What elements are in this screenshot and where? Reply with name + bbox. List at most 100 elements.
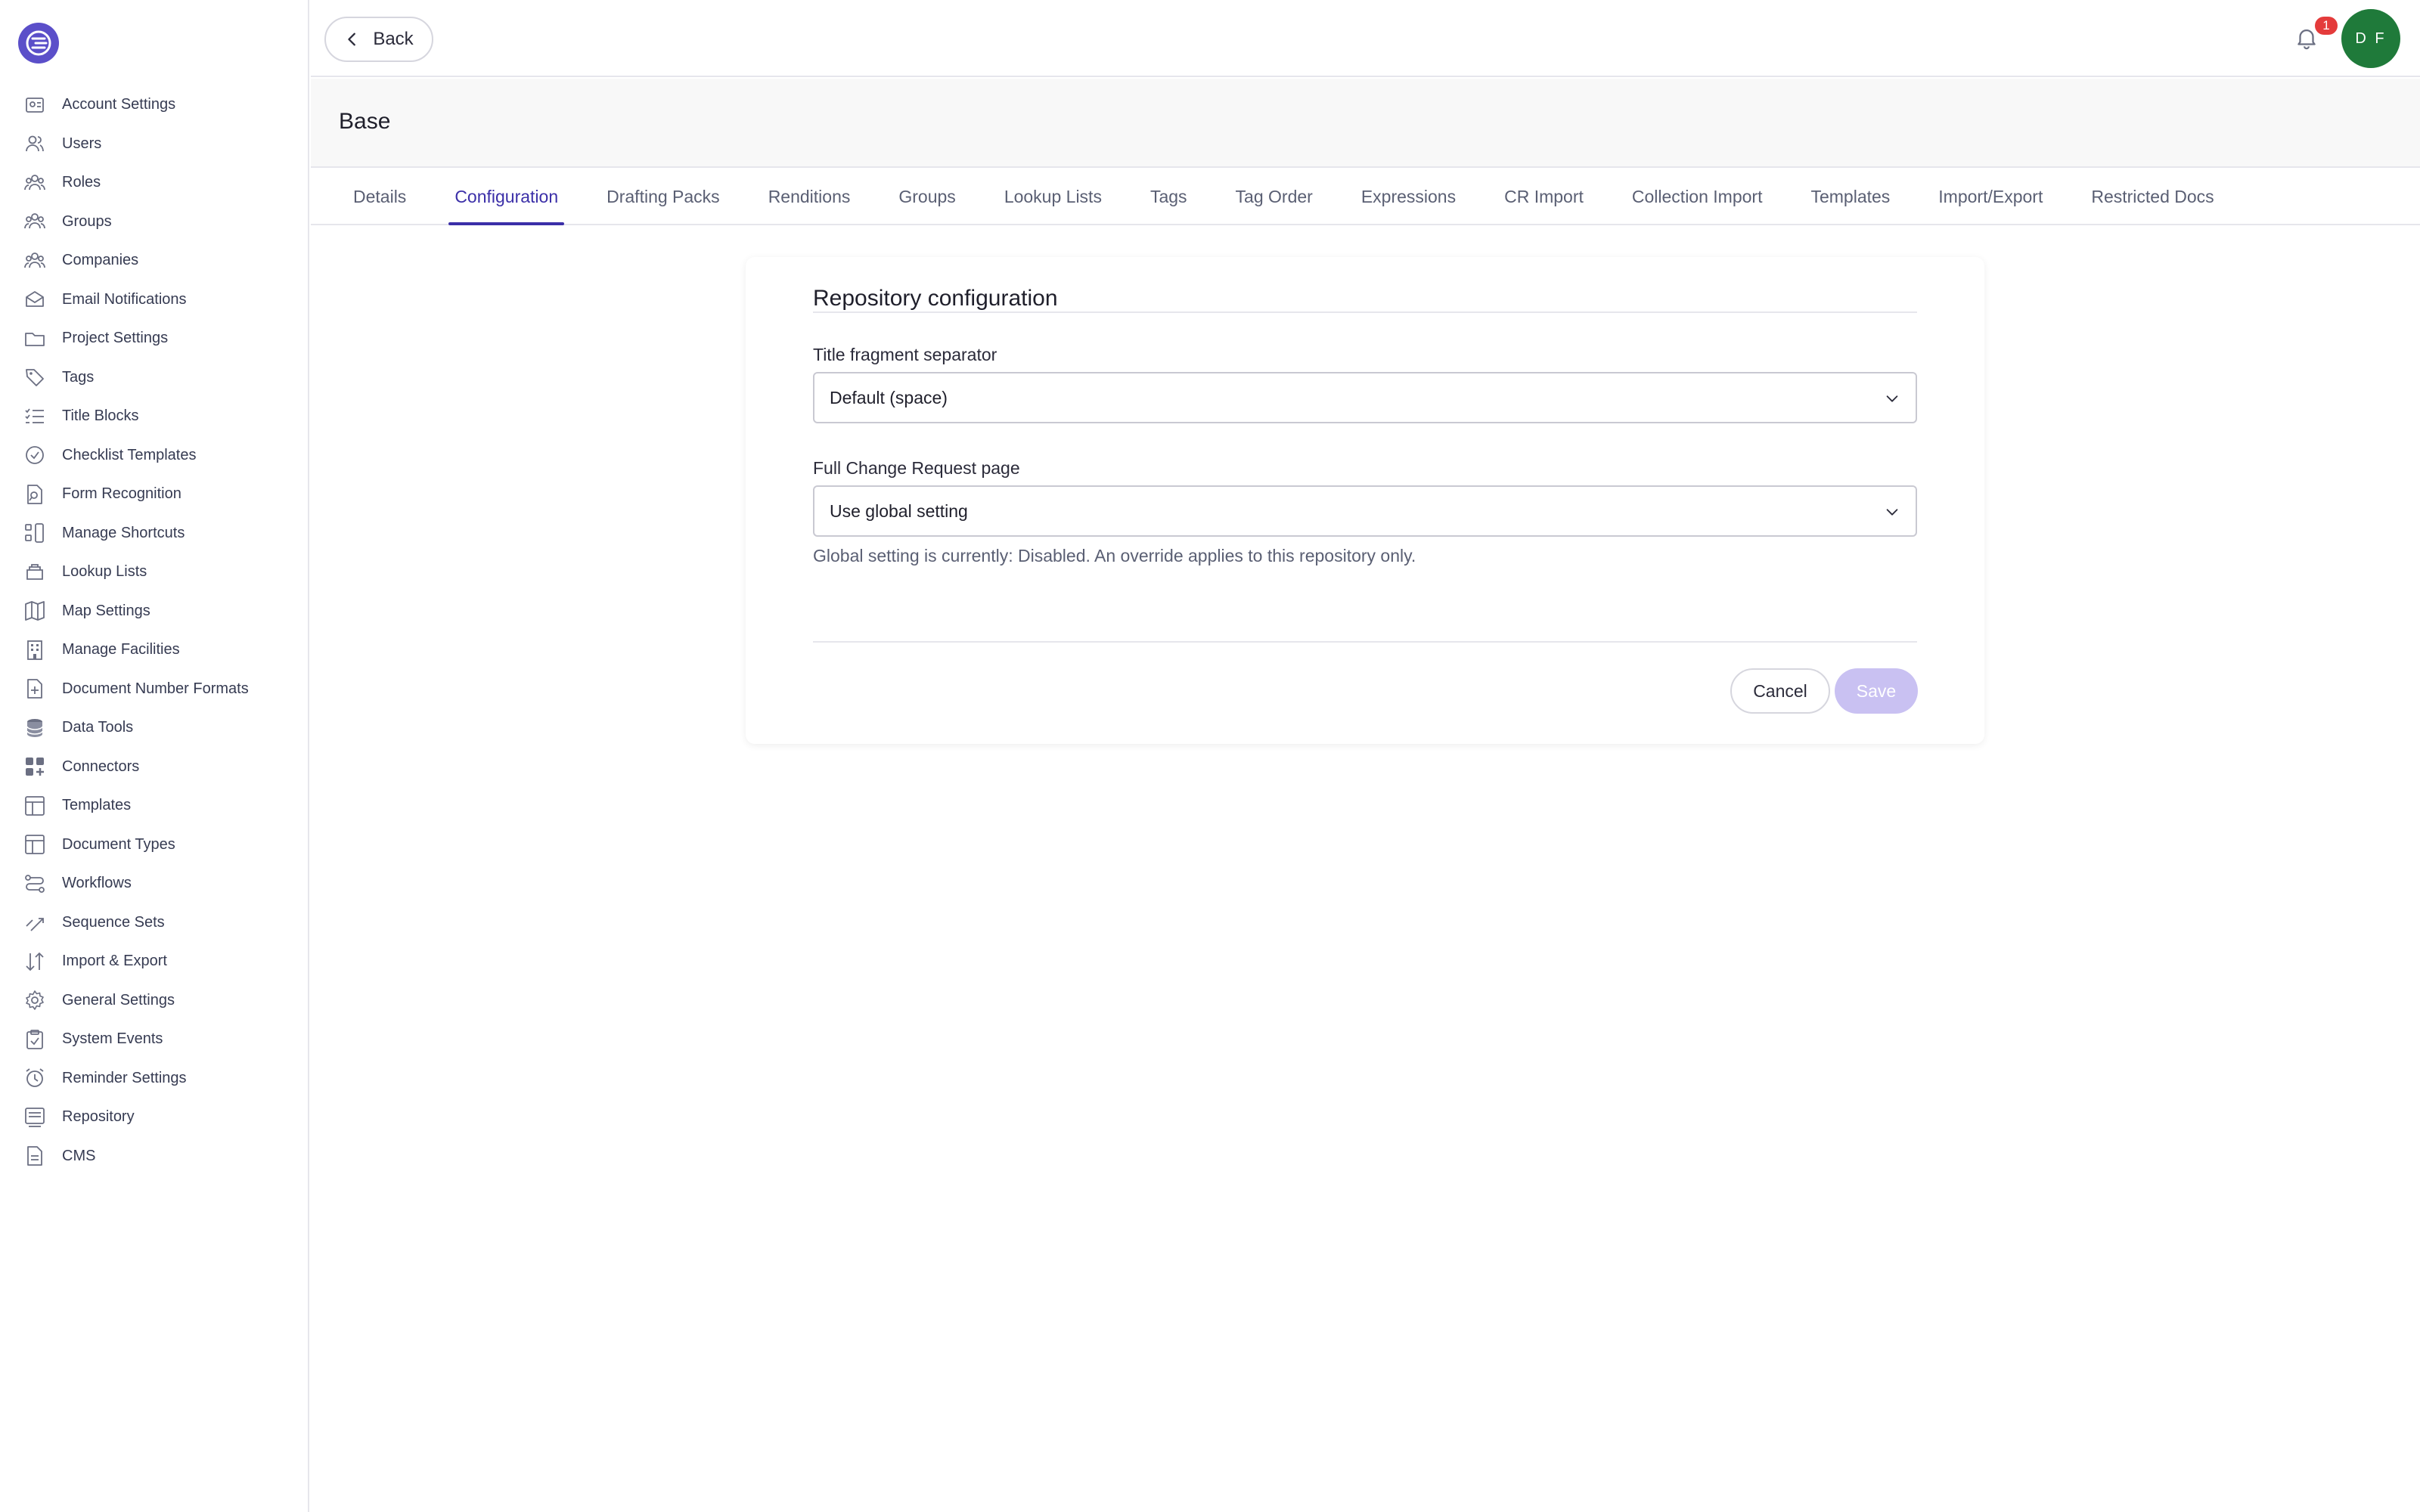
sidebar-item-label: Title Blocks (62, 407, 139, 425)
tag-icon (23, 365, 47, 389)
document-plus-icon (23, 677, 47, 701)
sidebar-item-label: Sequence Sets (62, 913, 165, 931)
tab-lookup-lists[interactable]: Lookup Lists (1004, 169, 1102, 224)
companies-icon (23, 249, 47, 273)
sidebar-item-cms[interactable]: CMS (0, 1137, 308, 1176)
tab-drafting-packs[interactable]: Drafting Packs (607, 169, 720, 224)
sidebar-item-label: Groups (62, 212, 112, 230)
sidebar-item-map-settings[interactable]: Map Settings (0, 592, 308, 631)
tab-expressions[interactable]: Expressions (1361, 169, 1456, 224)
tab-tag-order[interactable]: Tag Order (1236, 169, 1313, 224)
sidebar-item-document-types[interactable]: Document Types (0, 826, 308, 865)
sidebar-item-label: Account Settings (62, 96, 176, 113)
chevron-down-icon (1886, 509, 1898, 516)
sidebar-item-general-settings[interactable]: General Settings (0, 981, 308, 1021)
sidebar-item-workflows[interactable]: Workflows (0, 864, 308, 903)
sidebar-item-reminder-settings[interactable]: Reminder Settings (0, 1059, 308, 1098)
sidebar-item-label: Document Types (62, 835, 175, 853)
sidebar-item-users[interactable]: Users (0, 125, 308, 164)
sidebar-item-account-settings[interactable]: Account Settings (0, 85, 308, 125)
sidebar-item-label: Workflows (62, 875, 132, 892)
notification-badge: 1 (2315, 17, 2338, 35)
sidebar-item-label: Manage Facilities (62, 641, 180, 658)
page-title: Base (339, 109, 391, 134)
tab-renditions[interactable]: Renditions (768, 169, 851, 224)
layout-icon (23, 794, 47, 818)
arrows-up-down-icon (23, 950, 47, 974)
list-check-icon (23, 404, 47, 429)
user-avatar[interactable]: D F (2341, 9, 2400, 68)
sidebar-item-label: Manage Shortcuts (62, 524, 185, 541)
sidebar-item-label: Checklist Templates (62, 446, 197, 463)
sidebar-item-data-tools[interactable]: Data Tools (0, 708, 308, 748)
sidebar-item-system-events[interactable]: System Events (0, 1020, 308, 1059)
sidebar-item-label: Connectors (62, 758, 140, 775)
sidebar-item-label: System Events (62, 1030, 163, 1048)
cr-page-select[interactable]: Use global setting (813, 485, 1917, 537)
tab-collection-import[interactable]: Collection Import (1632, 169, 1763, 224)
sidebar-item-manage-facilities[interactable]: Manage Facilities (0, 631, 308, 670)
document-types-icon (23, 832, 47, 857)
sidebar-item-sequence-sets[interactable]: Sequence Sets (0, 903, 308, 943)
connectors-icon (23, 754, 47, 779)
tab-bar: Details Configuration Drafting Packs Rendit… (311, 169, 2420, 225)
cr-page-help-text: Global setting is currently: Disabled. A… (813, 546, 1416, 565)
chevron-down-icon (1886, 395, 1898, 402)
tab-templates[interactable]: Templates (1810, 169, 1890, 224)
sidebar-nav: Account Settings Users Roles Groups Companie… (0, 85, 308, 1176)
sidebar-item-label: Users (62, 135, 102, 152)
file-icon (23, 1144, 47, 1168)
logo-icon (26, 30, 51, 56)
tab-import-export[interactable]: Import/Export (1938, 169, 2043, 224)
sidebar-item-templates[interactable]: Templates (0, 786, 308, 826)
save-button[interactable]: Save (1835, 668, 1918, 714)
sidebar-item-label: Lookup Lists (62, 563, 147, 581)
workflow-icon (23, 872, 47, 896)
sidebar-item-label: Companies (62, 252, 139, 269)
back-button[interactable]: Back (324, 17, 433, 62)
sidebar-item-lookup-lists[interactable]: Lookup Lists (0, 553, 308, 592)
app-logo[interactable] (18, 23, 59, 64)
sidebar-item-label: Email Notifications (62, 290, 187, 308)
divider (813, 311, 1917, 313)
sidebar-item-label: Tags (62, 368, 95, 386)
tab-restricted-docs[interactable]: Restricted Docs (2091, 169, 2214, 224)
sidebar-item-label: Data Tools (62, 719, 134, 736)
sidebar-item-connectors[interactable]: Connectors (0, 748, 308, 787)
separator-label: Title fragment separator (813, 345, 997, 364)
tab-groups[interactable]: Groups (898, 169, 955, 224)
sidebar-item-label: General Settings (62, 991, 175, 1009)
tab-details[interactable]: Details (353, 169, 406, 224)
sidebar-item-label: Document Number Formats (62, 680, 249, 697)
cancel-button[interactable]: Cancel (1730, 668, 1830, 714)
sidebar-item-repository[interactable]: Repository (0, 1098, 308, 1137)
sidebar-item-manage-shortcuts[interactable]: Manage Shortcuts (0, 514, 308, 553)
separator-value: Default (space) (830, 387, 948, 407)
separator-select[interactable]: Default (space) (813, 372, 1917, 423)
sidebar-item-groups[interactable]: Groups (0, 203, 308, 242)
cr-page-value: Use global setting (830, 500, 968, 521)
sidebar-item-email-notifications[interactable]: Email Notifications (0, 280, 308, 320)
sidebar-item-checklist-templates[interactable]: Checklist Templates (0, 436, 308, 476)
tab-tags[interactable]: Tags (1150, 169, 1187, 224)
sidebar-item-import-and-export[interactable]: Import & Export (0, 942, 308, 981)
sidebar-item-form-recognition[interactable]: Form Recognition (0, 475, 308, 514)
sidebar-item-document-number-formats[interactable]: Document Number Formats (0, 670, 308, 709)
sequence-icon (23, 910, 47, 934)
groups-icon (23, 209, 47, 234)
sidebar-item-label: Import & Export (62, 953, 167, 970)
building-icon (23, 638, 47, 662)
sidebar-item-project-settings[interactable]: Project Settings (0, 319, 308, 358)
stack-icon (23, 560, 47, 584)
sidebar-item-companies[interactable]: Companies (0, 241, 308, 280)
sidebar-item-tags[interactable]: Tags (0, 358, 308, 398)
repository-config-card: Repository configuration Title fragment … (746, 257, 1984, 744)
sidebar-item-label: Repository (62, 1108, 135, 1126)
roles-icon (23, 171, 47, 195)
document-search-icon (23, 482, 47, 507)
tab-cr-import[interactable]: CR Import (1504, 169, 1584, 224)
tab-configuration[interactable]: Configuration (448, 169, 564, 225)
sidebar-item-roles[interactable]: Roles (0, 163, 308, 203)
account-settings-icon (23, 93, 47, 117)
sidebar-item-title-blocks[interactable]: Title Blocks (0, 397, 308, 436)
